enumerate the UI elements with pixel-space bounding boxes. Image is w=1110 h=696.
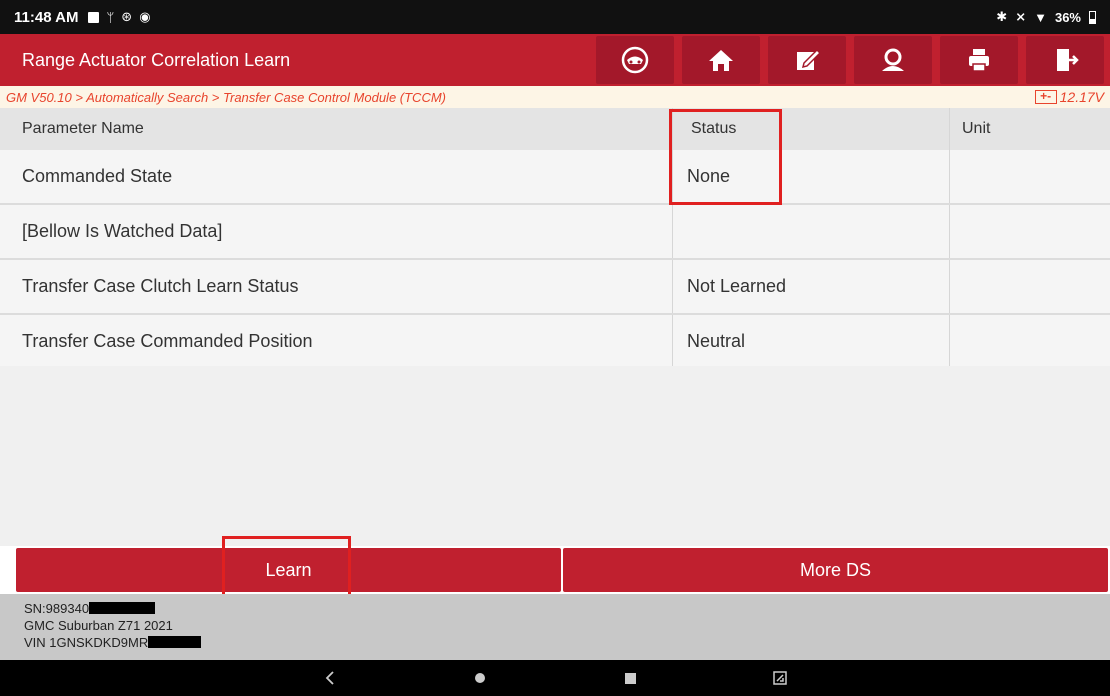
battery-percent: 36% <box>1054 9 1081 25</box>
parameter-name: Transfer Case Commanded Position <box>22 331 313 351</box>
home-button[interactable] <box>682 36 760 84</box>
table-empty-area <box>0 366 1110 546</box>
app-title-bar: Range Actuator Correlation Learn <box>0 34 1110 86</box>
home-icon <box>709 50 733 71</box>
clock: 11:48 AM <box>14 8 79 26</box>
back-button[interactable] <box>255 671 405 685</box>
car-battery-icon: +- <box>1034 90 1057 104</box>
mute-icon: ⨯ <box>1015 9 1027 24</box>
action-bar: Learn More DS <box>16 548 1108 592</box>
voltage-indicator: +- 12.17V <box>1034 89 1104 105</box>
parameter-name: Commanded State <box>22 166 173 186</box>
parameter-name: [Bellow Is Watched Data] <box>22 221 223 241</box>
usb-notification-icon: ᛘ <box>106 9 115 25</box>
edit-button[interactable] <box>768 36 846 84</box>
status-highlight-box <box>669 109 782 205</box>
table-row[interactable]: Commanded State None <box>0 150 1110 205</box>
vehicle-info-footer: SN:989340 GMC Suburban Z71 2021 VIN 1GNS… <box>0 594 1110 660</box>
system-status-bar: 11:48 AM ᛘ ⊛ ◉ ✱ ⨯ ▼ 36% <box>0 0 1110 34</box>
serial-number-text: SN:989340 <box>24 601 90 616</box>
header-parameter-name: Parameter Name <box>22 120 144 137</box>
print-button[interactable] <box>940 36 1018 84</box>
redaction <box>148 636 202 648</box>
voltage-value: 12.17V <box>1059 89 1104 105</box>
header-unit: Unit <box>949 108 1110 150</box>
parameter-name: Transfer Case Clutch Learn Status <box>22 276 299 296</box>
data-stream-table: Parameter Name Status Unit Commanded Sta… <box>0 108 1110 370</box>
support-icon <box>882 48 904 71</box>
parameter-status: Not Learned <box>672 260 949 313</box>
parameter-unit <box>949 315 1110 368</box>
serial-number: SN:989340 <box>24 600 1086 617</box>
parameter-status <box>672 205 949 258</box>
breadcrumb: GM V50.10 > Automatically Search > Trans… <box>0 86 1110 108</box>
back-icon <box>325 671 334 685</box>
message-notification-icon: ◉ <box>139 9 151 24</box>
screenshot-button[interactable] <box>705 671 855 685</box>
parameter-status: Neutral <box>672 315 949 368</box>
system-nav-bar <box>0 660 1110 696</box>
recents-icon <box>624 672 636 684</box>
debug-notification-icon: ⊛ <box>121 9 133 24</box>
parameter-unit <box>949 260 1110 313</box>
gallery-notification-icon <box>88 11 100 23</box>
exit-button[interactable] <box>1026 36 1104 84</box>
notification-icons: ᛘ ⊛ ◉ <box>88 9 151 25</box>
print-icon <box>969 49 989 72</box>
redaction <box>89 602 156 614</box>
vin-text: VIN 1GNSKDKD9MR <box>24 635 149 650</box>
vin: VIN 1GNSKDKD9MR <box>24 634 1086 651</box>
exit-icon <box>1057 49 1079 71</box>
vehicle-icon <box>621 46 649 74</box>
home-nav-button[interactable] <box>405 672 555 684</box>
table-row[interactable]: Transfer Case Commanded Position Neutral <box>0 315 1110 370</box>
breadcrumb-path: GM V50.10 > Automatically Search > Trans… <box>6 89 446 105</box>
parameter-unit <box>949 205 1110 258</box>
more-ds-button[interactable]: More DS <box>563 548 1108 592</box>
bluetooth-icon: ✱ <box>996 9 1008 24</box>
table-row[interactable]: [Bellow Is Watched Data] <box>0 205 1110 260</box>
home-nav-icon <box>475 673 485 683</box>
wifi-icon: ▼ <box>1034 9 1047 25</box>
page-title: Range Actuator Correlation Learn <box>22 49 291 70</box>
vehicle-model: GMC Suburban Z71 2021 <box>24 618 173 633</box>
vehicle-button[interactable] <box>596 36 674 84</box>
parameter-unit <box>949 150 1110 203</box>
screenshot-icon <box>773 671 787 685</box>
table-header: Parameter Name Status Unit <box>0 108 1110 150</box>
system-indicators: ✱ ⨯ ▼ 36% <box>996 9 1096 25</box>
recents-button[interactable] <box>555 672 705 684</box>
table-row[interactable]: Transfer Case Clutch Learn Status Not Le… <box>0 260 1110 315</box>
edit-icon <box>797 48 822 70</box>
battery-icon <box>1089 10 1096 24</box>
support-button[interactable] <box>854 36 932 84</box>
